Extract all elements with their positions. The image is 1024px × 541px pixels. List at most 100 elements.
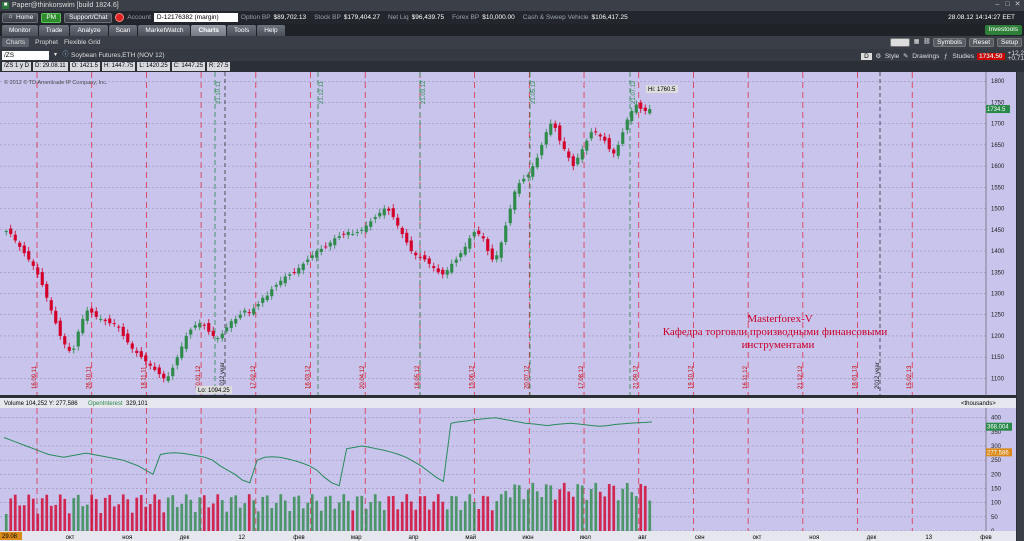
week-label: 15.02.13 xyxy=(907,365,913,389)
investools-button[interactable]: Investools xyxy=(984,25,1022,35)
volume-bar xyxy=(243,503,247,531)
tab-scan[interactable]: Scan xyxy=(108,24,138,36)
stat-label: Option BP xyxy=(240,14,271,21)
subtab-prophet[interactable]: Prophet xyxy=(35,39,58,46)
window-title: Paper@thinkorswim [build 1824.6] xyxy=(12,2,119,9)
candle-body xyxy=(414,252,418,256)
week-label: 18.11.11 xyxy=(141,366,147,389)
candle-body xyxy=(76,331,80,347)
candle-body xyxy=(81,318,85,334)
symbol-input[interactable]: /ZS xyxy=(2,50,49,60)
volume-bar xyxy=(391,495,395,531)
v-tick-label: 250 xyxy=(991,458,1002,464)
studies-button[interactable]: Studies xyxy=(952,53,974,60)
y-tick-label: 1200 xyxy=(991,334,1005,340)
x-month-label: фев xyxy=(980,535,991,541)
volume-bar xyxy=(499,494,503,531)
right-sidebar[interactable] xyxy=(1017,72,1024,541)
account-select[interactable]: D-12176382 (margin) xyxy=(153,13,238,22)
volume-bar xyxy=(130,512,134,531)
candle-body xyxy=(418,256,422,258)
tab-analyze[interactable]: Analyze xyxy=(70,24,108,36)
price-chart[interactable]: © 2012 © TD Ameritrade IP Company, Inc. 1… xyxy=(0,72,1024,541)
volume-bar xyxy=(387,496,391,531)
subtab-charts[interactable]: Charts xyxy=(2,38,30,47)
volume-bar xyxy=(382,510,386,531)
volume-bar xyxy=(49,505,53,531)
dropdown-icon[interactable]: ▾ xyxy=(52,52,59,59)
grid-layout-icon[interactable]: ▦ xyxy=(913,39,920,46)
y-tick-label: 1250 xyxy=(991,313,1005,319)
setup-button[interactable]: Setup xyxy=(997,38,1022,47)
volume-bar xyxy=(148,504,152,531)
drawings-button[interactable]: Drawings xyxy=(912,53,939,60)
tab-monitor[interactable]: Monitor xyxy=(2,24,38,36)
ohlc-item: C: 1447.25 xyxy=(171,61,206,71)
x-month-label: июл xyxy=(580,535,592,541)
x-month-label: май xyxy=(465,534,476,541)
volume-bar xyxy=(643,485,647,531)
candle-body xyxy=(382,208,386,216)
tab-marketwatch[interactable]: MarketWatch xyxy=(138,24,191,36)
volume-bar xyxy=(234,495,238,531)
stat-value: $89,702.13 xyxy=(273,14,307,21)
candle-body xyxy=(27,251,31,260)
volume-bar xyxy=(63,498,67,531)
volume-bar xyxy=(526,489,530,531)
y-tick-label: 1450 xyxy=(991,228,1005,234)
pm-button[interactable]: PM xyxy=(41,12,62,23)
candle-body xyxy=(594,131,598,133)
candle-body xyxy=(351,234,355,236)
volume-bar xyxy=(553,499,557,531)
style-button[interactable]: Style xyxy=(885,53,899,60)
volume-bar xyxy=(9,498,13,531)
volume-bar xyxy=(621,488,625,531)
candle-body xyxy=(625,119,629,131)
volume-bar xyxy=(4,514,8,531)
candle-body xyxy=(643,107,647,111)
close-icon[interactable]: ✕ xyxy=(1013,1,1022,9)
period-select[interactable]: D xyxy=(861,52,872,60)
y-tick-label: 1100 xyxy=(991,376,1005,382)
week-label: 16.03.12 xyxy=(306,365,312,389)
home-button[interactable]: ⌂ Home xyxy=(2,12,39,23)
volume-bar xyxy=(157,499,161,531)
stat-value: $179,404.27 xyxy=(343,14,380,21)
candle-body xyxy=(396,217,400,226)
link-icon[interactable]: ⛓ xyxy=(923,39,931,46)
candle-body xyxy=(648,109,652,114)
home-icon: ⌂ xyxy=(8,14,13,20)
candle-body xyxy=(499,242,503,258)
symbols-button[interactable]: Symbols xyxy=(933,38,967,47)
tab-trade[interactable]: Trade xyxy=(38,24,70,36)
volume-bar xyxy=(463,501,467,531)
volume-bar xyxy=(589,488,593,531)
layout-select[interactable] xyxy=(890,38,911,47)
tab-charts[interactable]: Charts xyxy=(191,24,227,36)
support-chat-button[interactable]: Support/Chat xyxy=(64,12,113,23)
last-price: 1734.50 xyxy=(977,52,1005,60)
tab-help[interactable]: Help xyxy=(257,24,285,36)
candle-body xyxy=(202,324,206,326)
candle-body xyxy=(580,149,584,160)
candle-body xyxy=(639,102,643,109)
candle-body xyxy=(292,272,296,274)
candle-body xyxy=(477,230,481,235)
account-stats: Option BP $89,702.13 Stock BP $179,404.27 Ne… xyxy=(241,14,633,21)
x-month-label: апр xyxy=(409,535,420,541)
tab-tools[interactable]: Tools xyxy=(227,24,257,36)
alert-icon[interactable] xyxy=(115,13,125,22)
volume-bar xyxy=(346,500,350,531)
candle-body xyxy=(306,259,310,262)
candle-body xyxy=(193,325,197,328)
minimize-icon[interactable]: – xyxy=(993,1,1002,9)
reset-button[interactable]: Reset xyxy=(969,38,994,47)
subtab-flexible-grid[interactable]: Flexible Grid xyxy=(64,39,100,46)
volume-bar xyxy=(211,503,215,531)
volume-bar xyxy=(166,497,170,531)
v-tick-label: 100 xyxy=(991,501,1002,507)
oi-label: OpenInterest xyxy=(88,401,123,407)
candle-body xyxy=(634,104,638,113)
maximize-icon[interactable]: □ xyxy=(1003,1,1012,9)
candle-body xyxy=(589,132,593,139)
